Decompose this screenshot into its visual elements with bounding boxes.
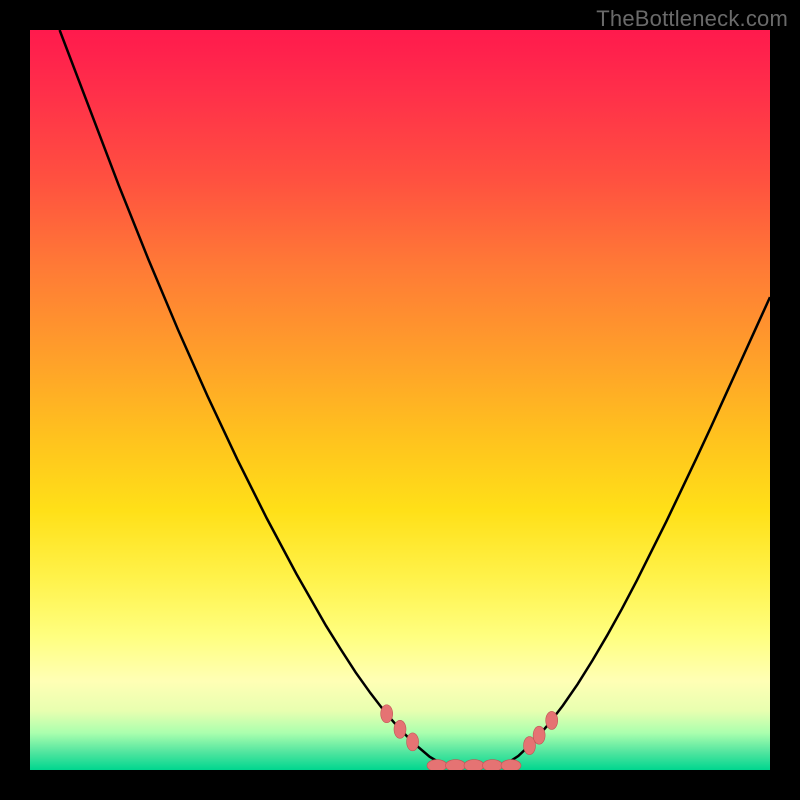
plot-area <box>30 30 770 770</box>
marker-right <box>546 711 558 729</box>
watermark-text: TheBottleneck.com <box>596 6 788 32</box>
marker-group <box>381 705 558 770</box>
marker-flat <box>427 760 447 770</box>
curve-right <box>504 297 770 765</box>
marker-left <box>381 705 393 723</box>
marker-flat <box>483 760 503 770</box>
marker-flat <box>501 760 521 770</box>
marker-flat <box>464 760 484 770</box>
marker-left <box>394 720 406 738</box>
chart-svg <box>30 30 770 770</box>
marker-flat <box>446 760 466 770</box>
marker-left <box>407 733 419 751</box>
marker-right <box>533 726 545 744</box>
curve-left <box>60 30 445 766</box>
